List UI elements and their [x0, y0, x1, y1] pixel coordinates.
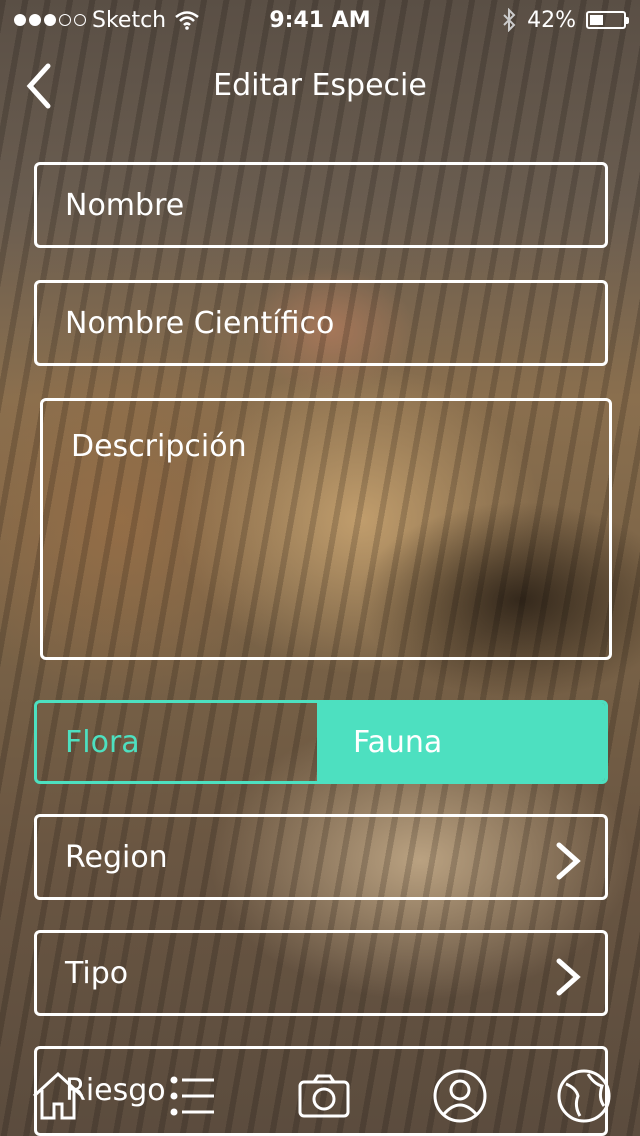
camera-icon[interactable] [294, 1066, 354, 1126]
descripcion-textarea[interactable]: Descripción [40, 398, 612, 660]
nombre-field[interactable]: Nombre [34, 162, 608, 248]
nombre-cientifico-field[interactable]: Nombre Científico [34, 280, 608, 366]
battery-icon [586, 11, 629, 29]
segment-fauna[interactable]: Fauna [317, 703, 605, 781]
status-bar: Sketch 9:41 AM 42% [0, 0, 640, 40]
globe-icon[interactable] [554, 1066, 614, 1126]
nombre-cientifico-placeholder: Nombre Científico [65, 305, 335, 341]
carrier-name: Sketch [92, 7, 167, 33]
region-row[interactable]: Region [34, 814, 608, 900]
tab-bar [0, 1056, 640, 1136]
tipo-row[interactable]: Tipo [34, 930, 608, 1016]
wifi-icon [175, 11, 199, 30]
page-title: Editar Especie [213, 67, 427, 103]
chevron-left-icon[interactable] [20, 62, 60, 110]
battery-percent: 42% [527, 7, 576, 33]
nombre-placeholder: Nombre [65, 187, 185, 223]
segment-flora[interactable]: Flora [37, 703, 317, 781]
chevron-right-icon [556, 842, 581, 880]
signal-strength-icon [14, 14, 86, 26]
list-icon[interactable] [160, 1066, 220, 1126]
region-label: Region [65, 839, 168, 875]
home-icon[interactable] [28, 1066, 88, 1126]
flora-fauna-segmented-control: Flora Fauna [34, 700, 608, 784]
bluetooth-icon [503, 8, 516, 32]
profile-icon[interactable] [430, 1066, 490, 1126]
navigation-bar: Editar Especie [0, 40, 640, 130]
descripcion-placeholder: Descripción [71, 429, 247, 464]
tipo-label: Tipo [65, 955, 129, 991]
chevron-right-icon [556, 958, 581, 996]
